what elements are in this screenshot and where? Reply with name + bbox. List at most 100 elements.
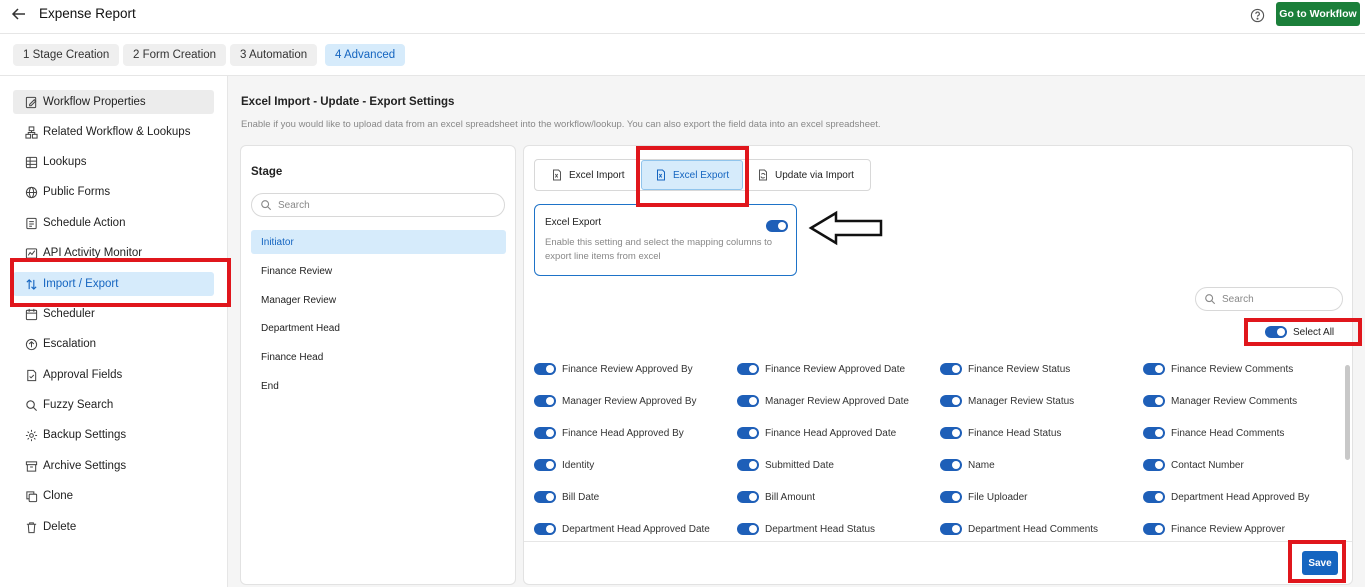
sidebar-item-approval-fields[interactable]: Approval Fields <box>13 363 214 387</box>
sidebar-item-delete[interactable]: Delete <box>13 515 214 539</box>
select-all-control[interactable]: Select All <box>1265 325 1334 339</box>
field-toggle-item[interactable]: Finance Review Approved Date <box>737 362 905 376</box>
field-toggle[interactable] <box>1143 491 1165 503</box>
field-toggle-item[interactable]: Finance Head Comments <box>1143 426 1284 440</box>
field-label: Finance Head Comments <box>1171 427 1285 439</box>
tab-label: Excel Import <box>569 169 625 181</box>
field-toggle[interactable] <box>1143 363 1165 375</box>
field-toggle[interactable] <box>534 395 556 407</box>
step-stage-creation[interactable]: 1 Stage Creation <box>13 44 120 66</box>
sidebar-item-archive-settings[interactable]: Archive Settings <box>13 454 214 478</box>
sidebar-item-import-export[interactable]: Import / Export <box>13 272 214 296</box>
field-toggle-item[interactable]: Finance Head Status <box>940 426 1061 440</box>
field-toggle-item[interactable]: Name <box>940 458 995 472</box>
field-toggle-item[interactable]: Contact Number <box>1143 458 1244 472</box>
field-toggle-item[interactable]: Department Head Comments <box>940 522 1098 536</box>
stage-search[interactable] <box>251 193 505 217</box>
field-toggle-item[interactable]: Department Head Approved By <box>1143 490 1309 504</box>
sidebar-item-related-workflow[interactable]: Related Workflow & Lookups <box>13 120 214 144</box>
field-toggle[interactable] <box>1143 523 1165 535</box>
step-advanced[interactable]: 4 Advanced <box>325 44 406 66</box>
fields-search[interactable] <box>1195 287 1343 311</box>
field-toggle[interactable] <box>940 363 962 375</box>
field-toggle[interactable] <box>534 523 556 535</box>
fields-scrollbar[interactable] <box>1345 365 1350 460</box>
sidebar-item-lookups[interactable]: Lookups <box>13 150 214 174</box>
stage-item-manager-review[interactable]: Manager Review <box>251 288 506 312</box>
field-toggle-item[interactable]: Finance Head Approved By <box>534 426 684 440</box>
stage-search-input[interactable] <box>278 199 480 211</box>
field-toggle[interactable] <box>940 491 962 503</box>
field-toggle[interactable] <box>940 395 962 407</box>
sidebar-item-api-activity-monitor[interactable]: API Activity Monitor <box>13 241 214 265</box>
field-toggle-item[interactable]: Manager Review Status <box>940 394 1074 408</box>
sidebar-item-escalation[interactable]: Escalation <box>13 332 214 356</box>
sidebar-item-fuzzy-search[interactable]: Fuzzy Search <box>13 393 214 417</box>
field-toggle-item[interactable]: Finance Review Approved By <box>534 362 693 376</box>
sidebar-item-clone[interactable]: Clone <box>13 484 214 508</box>
stage-item-department-head[interactable]: Department Head <box>251 316 506 340</box>
field-toggle[interactable] <box>737 427 759 439</box>
field-toggle[interactable] <box>534 427 556 439</box>
field-toggle[interactable] <box>534 491 556 503</box>
sidebar-item-label: Clone <box>43 490 74 502</box>
field-toggle[interactable] <box>940 459 962 471</box>
step-automation[interactable]: 3 Automation <box>230 44 318 66</box>
field-toggle-item[interactable]: Submitted Date <box>737 458 834 472</box>
excel-export-toggle[interactable] <box>766 220 788 232</box>
field-toggle-item[interactable]: Identity <box>534 458 594 472</box>
field-toggle-item[interactable]: Bill Amount <box>737 490 815 504</box>
field-toggle-item[interactable]: Manager Review Approved By <box>534 394 697 408</box>
step-form-creation[interactable]: 2 Form Creation <box>123 44 227 66</box>
field-toggle[interactable] <box>737 459 759 471</box>
stage-item-finance-review[interactable]: Finance Review <box>251 259 506 283</box>
sidebar-item-public-forms[interactable]: Public Forms <box>13 180 214 204</box>
sidebar-item-scheduler[interactable]: Scheduler <box>13 302 214 326</box>
sidebar-item-label: Import / Export <box>43 278 119 290</box>
hierarchy-icon <box>23 124 39 140</box>
field-toggle[interactable] <box>534 459 556 471</box>
sidebar-item-label: Approval Fields <box>43 369 123 381</box>
save-button[interactable]: Save <box>1302 551 1338 575</box>
field-toggle-item[interactable]: Finance Review Comments <box>1143 362 1293 376</box>
field-toggle-item[interactable]: Bill Date <box>534 490 599 504</box>
field-toggle-item[interactable]: Manager Review Comments <box>1143 394 1297 408</box>
fields-search-input[interactable] <box>1222 293 1339 305</box>
stage-item-finance-head[interactable]: Finance Head <box>251 345 506 369</box>
field-toggle[interactable] <box>534 363 556 375</box>
field-toggle-item[interactable]: File Uploader <box>940 490 1027 504</box>
field-toggle[interactable] <box>1143 427 1165 439</box>
help-icon[interactable] <box>1250 8 1265 23</box>
field-toggle[interactable] <box>1143 395 1165 407</box>
back-arrow-icon[interactable] <box>10 5 28 23</box>
select-all-toggle[interactable] <box>1265 326 1287 338</box>
field-toggle[interactable] <box>737 491 759 503</box>
field-toggle-item[interactable]: Department Head Status <box>737 522 875 536</box>
field-toggle-item[interactable]: Finance Review Status <box>940 362 1070 376</box>
field-toggle[interactable] <box>737 523 759 535</box>
field-toggle[interactable] <box>1143 459 1165 471</box>
stage-panel: Stage Initiator Finance Review Manager R… <box>240 145 516 585</box>
field-label: Department Head Comments <box>968 523 1099 535</box>
sidebar-item-workflow-properties[interactable]: Workflow Properties <box>13 90 214 114</box>
field-toggle[interactable] <box>737 395 759 407</box>
tab-excel-export[interactable]: Excel Export <box>641 160 743 190</box>
tab-excel-import[interactable]: Excel Import <box>551 160 625 190</box>
go-to-workflow-button[interactable]: Go to Workflow <box>1276 2 1360 26</box>
tab-update-via-import[interactable]: Update via Import <box>757 160 854 190</box>
sidebar-item-backup-settings[interactable]: Backup Settings <box>13 423 214 447</box>
field-toggle[interactable] <box>737 363 759 375</box>
stage-item-end[interactable]: End <box>251 374 506 398</box>
field-toggle-item[interactable]: Department Head Approved Date <box>534 522 710 536</box>
field-toggle-item[interactable]: Manager Review Approved Date <box>737 394 909 408</box>
sidebar-item-schedule-action[interactable]: Schedule Action <box>13 211 214 235</box>
stage-item-initiator[interactable]: Initiator <box>251 230 506 254</box>
trash-icon <box>23 519 39 535</box>
field-toggle-item[interactable]: Finance Head Approved Date <box>737 426 896 440</box>
footer-divider <box>524 541 1352 542</box>
import-export-icon <box>23 276 39 292</box>
field-toggle[interactable] <box>940 427 962 439</box>
sidebar-item-label: Schedule Action <box>43 217 126 229</box>
field-toggle-item[interactable]: Finance Review Approver <box>1143 522 1285 536</box>
field-toggle[interactable] <box>940 523 962 535</box>
